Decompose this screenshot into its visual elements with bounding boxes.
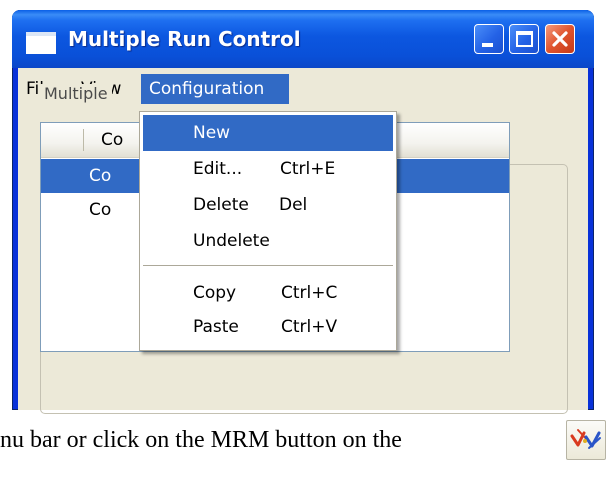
minimize-button[interactable] xyxy=(474,24,504,54)
window-title: Multiple Run Control xyxy=(68,27,301,51)
menu-item-new[interactable]: New xyxy=(143,115,393,151)
column-header[interactable]: Co xyxy=(101,123,123,157)
menu-item-label: Paste xyxy=(193,317,239,337)
close-icon xyxy=(552,31,568,47)
menu-item-shortcut: Ctrl+C xyxy=(281,283,338,303)
menu-item-shortcut: Del xyxy=(279,195,308,215)
menu-item-shortcut: Ctrl+V xyxy=(281,317,338,337)
configuration-dropdown: New Edit... Ctrl+E Delete Del Undelete C… xyxy=(139,111,397,351)
menu-item-label: Copy xyxy=(193,283,237,303)
window-icon xyxy=(26,32,56,54)
menu-item-label: Edit... xyxy=(193,159,243,179)
menu-configuration[interactable]: Configuration xyxy=(141,74,289,104)
menu-item-label: New xyxy=(193,123,231,143)
document-text: nu bar or click on the MRM button on the xyxy=(0,427,402,453)
menu-item-shortcut: Ctrl+E xyxy=(280,159,336,179)
title-bar[interactable]: Multiple Run Control xyxy=(12,10,594,68)
menu-item-label: Undelete xyxy=(193,231,270,251)
menu-item-label: Delete xyxy=(193,195,249,215)
close-button[interactable] xyxy=(545,24,575,54)
menu-separator xyxy=(143,265,393,266)
maximize-button[interactable] xyxy=(509,24,539,54)
menu-item-copy[interactable]: Copy Ctrl+C xyxy=(143,275,393,311)
menu-item-paste[interactable]: Paste Ctrl+V xyxy=(143,309,393,345)
mrm-icon xyxy=(570,429,601,449)
menu-item-undelete[interactable]: Undelete xyxy=(143,223,393,259)
group-label: Multiple xyxy=(40,84,112,103)
menu-item-edit[interactable]: Edit... Ctrl+E xyxy=(143,151,393,187)
list-item-label: Co xyxy=(89,200,112,220)
menu-item-delete[interactable]: Delete Del xyxy=(143,187,393,223)
column-separator[interactable] xyxy=(83,129,84,151)
minimize-icon xyxy=(482,43,493,47)
maximize-icon xyxy=(516,31,533,47)
mrm-button[interactable] xyxy=(566,420,606,460)
list-item-label: Co xyxy=(89,166,112,186)
